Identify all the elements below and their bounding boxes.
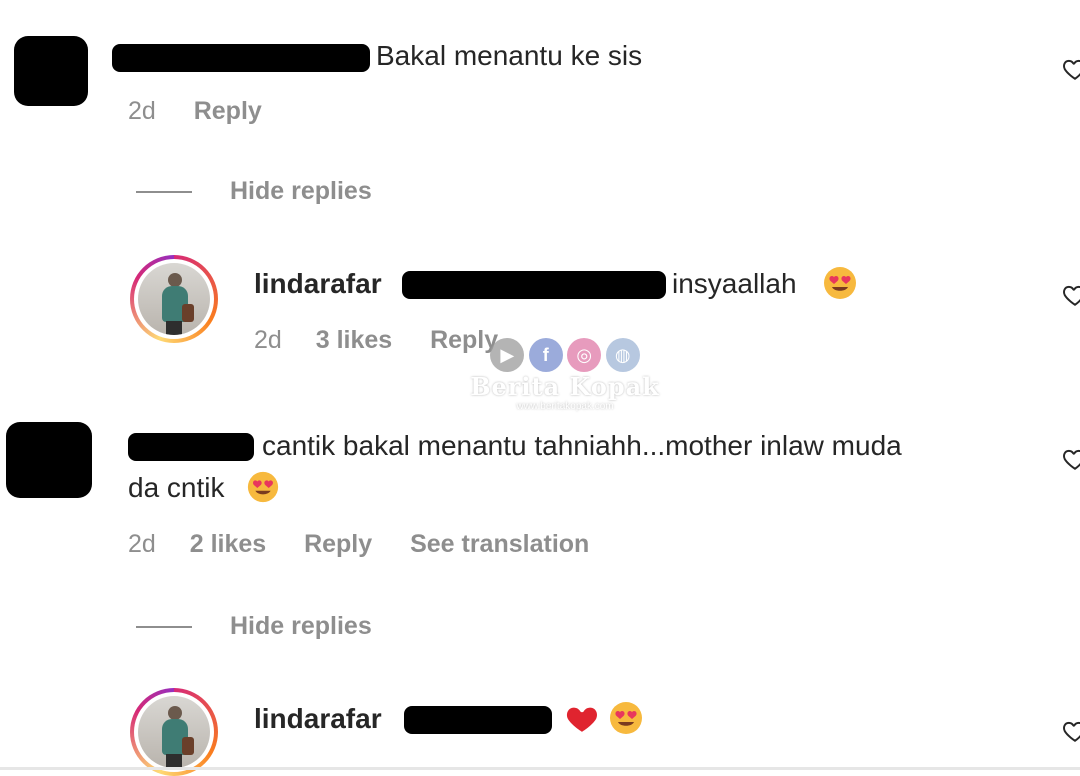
comment-text: Bakal menantu ke sis: [376, 40, 643, 71]
comment-meta: 2d 2 likes Reply See translation: [128, 530, 589, 559]
redacted-username: [128, 433, 254, 461]
comment-meta: 2d Reply: [128, 97, 262, 126]
hide-replies-button[interactable]: Hide replies: [230, 612, 372, 641]
youtube-icon: ▶: [490, 338, 525, 372]
instagram-icon: ◎: [567, 338, 602, 372]
heart-eyes-emoji: [824, 267, 856, 299]
like-heart-icon[interactable]: [1062, 446, 1080, 472]
like-heart-icon[interactable]: [1062, 282, 1080, 308]
heart-eyes-emoji: [247, 471, 279, 503]
comment-likes[interactable]: 2 likes: [190, 530, 266, 558]
see-translation-button[interactable]: See translation: [410, 530, 589, 558]
reply-likes[interactable]: 3 likes: [316, 326, 392, 354]
reply-meta: 2d 3 likes Reply: [254, 326, 498, 355]
replies-divider: [136, 191, 192, 193]
reply-button[interactable]: Reply: [194, 97, 262, 125]
watermark-url: www.beritakopak.com: [516, 401, 614, 412]
like-heart-icon[interactable]: [1062, 718, 1080, 744]
reply-avatar[interactable]: [130, 255, 218, 343]
commenter-avatar[interactable]: [6, 422, 92, 498]
watermark-name: Berita Kopak: [470, 372, 660, 401]
redacted-mention: [402, 271, 666, 299]
comment-text-line2: da cntik: [128, 472, 225, 504]
red-heart-emoji: [566, 707, 598, 732]
comment-text-line2-text: da cntik: [128, 472, 225, 503]
watermark-icons: ▶ f ◎ ◍: [470, 338, 660, 372]
reply-username[interactable]: lindarafar: [254, 268, 382, 300]
redacted-mention: [404, 706, 552, 734]
replies-divider: [136, 626, 192, 628]
comment-text-line1: cantik bakal menantu tahniahh...mother i…: [262, 430, 902, 461]
facebook-icon: f: [528, 338, 563, 372]
watermark: ▶ f ◎ ◍ Berita Kopak www.beritakopak.com: [470, 338, 660, 412]
comment-time: 2d: [128, 530, 156, 558]
redacted-username: [112, 44, 370, 72]
reply-text: insyaallah: [672, 268, 797, 299]
reply-username[interactable]: lindarafar: [254, 703, 382, 735]
hide-replies-button[interactable]: Hide replies: [230, 177, 372, 206]
reply-time: 2d: [254, 326, 282, 354]
reply-avatar[interactable]: [130, 688, 218, 776]
commenter-avatar[interactable]: [14, 36, 88, 106]
reply-button[interactable]: Reply: [304, 530, 372, 558]
globe-icon: ◍: [605, 338, 640, 372]
like-heart-icon[interactable]: [1062, 56, 1080, 82]
heart-eyes-emoji: [610, 702, 642, 734]
comment-time: 2d: [128, 97, 156, 125]
